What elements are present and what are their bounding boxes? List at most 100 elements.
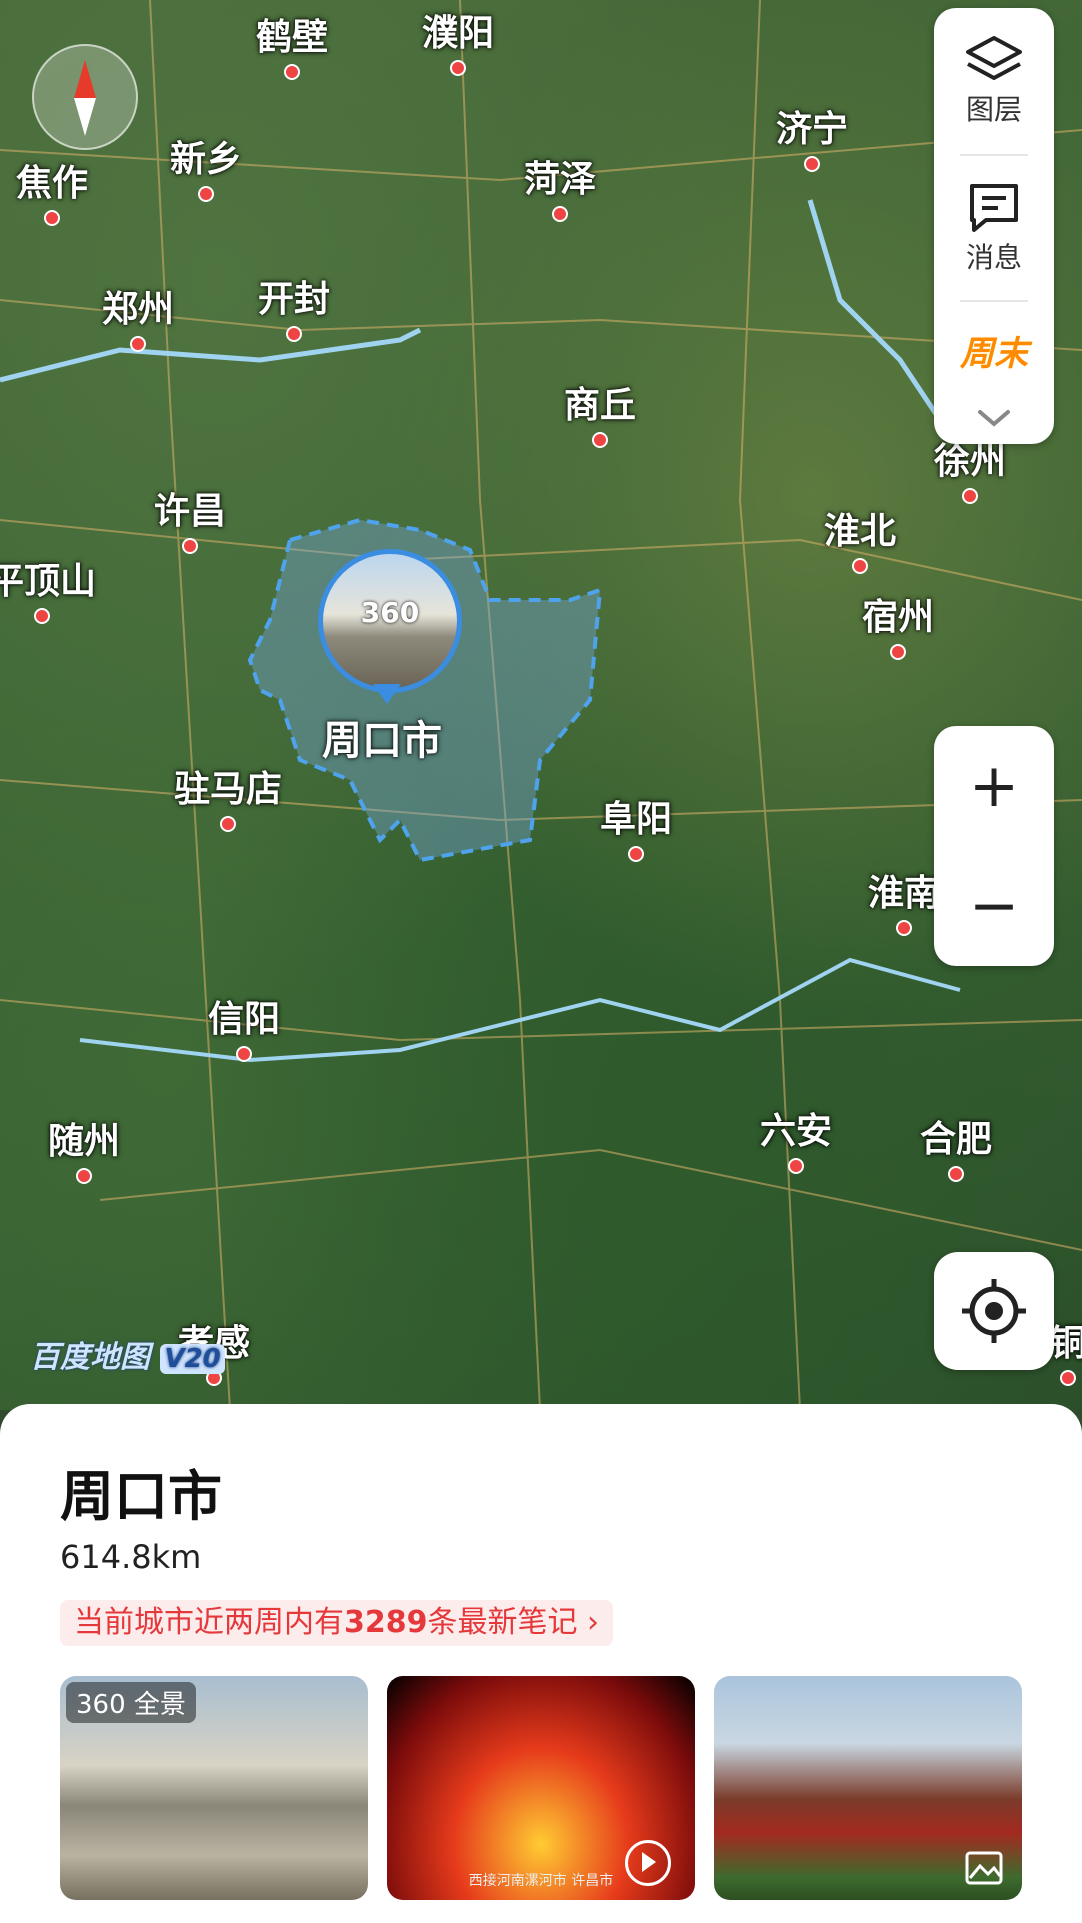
brand-logo: 百度地图 V20: [30, 1332, 225, 1376]
layers-label: 图层: [965, 93, 1022, 126]
city-label: 郑州: [101, 289, 175, 330]
notes-suffix: 条最新笔记 ›: [427, 1605, 600, 1640]
play-icon: [625, 1840, 671, 1886]
city-dot-icon: [283, 64, 300, 80]
city-label: 平顶山: [0, 561, 97, 602]
distance-text: 614.8km: [60, 1538, 202, 1576]
city-marker[interactable]: 商丘: [564, 386, 636, 452]
city-marker[interactable]: 许昌: [154, 492, 226, 558]
city-label: 驻马店: [173, 769, 283, 810]
weekend-button[interactable]: 周末: [934, 326, 1054, 375]
city-marker[interactable]: 开封: [258, 280, 330, 346]
city-marker[interactable]: 鹤壁: [256, 18, 328, 84]
city-dot-icon: [851, 558, 868, 574]
photo-thumbnail-panorama[interactable]: 360 全景: [60, 1676, 368, 1900]
city-label: 随州: [47, 1121, 121, 1162]
locate-me-button[interactable]: [934, 1252, 1054, 1370]
city-label: 菏泽: [523, 159, 597, 200]
message-icon: [970, 184, 1018, 232]
gallery-icon: [965, 1851, 1003, 1885]
city-label: 铜: [1049, 1323, 1082, 1364]
zoom-controls: + −: [934, 726, 1054, 966]
city-dot-icon: [895, 920, 912, 936]
city-marker[interactable]: 濮阳: [422, 14, 494, 80]
city-label: 信阳: [207, 999, 281, 1040]
messages-button[interactable]: 消息: [934, 180, 1054, 276]
city-marker[interactable]: 淮南: [868, 874, 940, 940]
city-marker[interactable]: 焦作: [16, 164, 88, 230]
city-label: 新乡: [169, 139, 243, 180]
panorama-pin[interactable]: 360: [318, 549, 462, 693]
city-marker[interactable]: 随州: [48, 1122, 120, 1188]
city-marker[interactable]: 济宁: [776, 110, 848, 176]
messages-label: 消息: [965, 241, 1022, 274]
notes-count: 3289: [344, 1605, 428, 1640]
city-marker[interactable]: 铜: [1050, 1324, 1082, 1390]
video-thumbnail[interactable]: 西接河南漯河市 许昌市: [387, 1676, 695, 1900]
region-label[interactable]: 周口市: [322, 708, 442, 766]
city-marker[interactable]: 阜阳: [600, 800, 672, 866]
city-label: 济宁: [775, 109, 849, 150]
zoom-in-button[interactable]: +: [934, 726, 1054, 846]
map-tools-panel: 图层 消息 周末: [934, 8, 1054, 444]
city-label: 开封: [257, 279, 331, 320]
panorama-tag: 360 全景: [66, 1682, 196, 1723]
city-label: 六安: [759, 1111, 833, 1152]
city-marker[interactable]: 驻马店: [174, 770, 282, 836]
zoom-out-button[interactable]: −: [934, 846, 1054, 966]
city-dot-icon: [181, 538, 198, 554]
city-dot-icon: [219, 816, 236, 832]
city-dot-icon: [449, 60, 466, 76]
city-label: 徐州: [933, 441, 1007, 482]
locate-icon: [962, 1279, 1026, 1343]
city-dot-icon: [75, 1168, 92, 1184]
city-marker[interactable]: 信阳: [208, 1000, 280, 1066]
city-marker[interactable]: 宿州: [862, 598, 934, 664]
city-dot-icon: [43, 210, 60, 226]
panorama-360-label: 360: [360, 596, 420, 629]
city-dot-icon: [889, 644, 906, 660]
city-label: 鹤壁: [255, 17, 329, 58]
city-label: 焦作: [15, 163, 89, 204]
city-label: 宿州: [861, 597, 935, 638]
city-dot-icon: [551, 206, 568, 222]
city-marker[interactable]: 平顶山: [0, 562, 96, 628]
photo-thumbnail-building[interactable]: [714, 1676, 1022, 1900]
notes-prefix: 当前城市近两周内有: [74, 1605, 344, 1640]
city-label: 淮南: [867, 873, 941, 914]
city-dot-icon: [285, 326, 302, 342]
city-marker[interactable]: 合肥: [920, 1120, 992, 1186]
recent-notes-link[interactable]: 当前城市近两周内有3289条最新笔记 ›: [60, 1600, 614, 1646]
city-marker[interactable]: 郑州: [102, 290, 174, 356]
city-dot-icon: [787, 1158, 804, 1174]
city-dot-icon: [591, 432, 608, 448]
city-label: 商丘: [563, 385, 637, 426]
city-marker[interactable]: 菏泽: [524, 160, 596, 226]
layers-button[interactable]: 图层: [934, 32, 1054, 128]
city-marker[interactable]: 淮北: [824, 512, 896, 578]
compass-button[interactable]: [32, 44, 138, 150]
place-title: 周口市: [60, 1465, 222, 1528]
city-dot-icon: [803, 156, 820, 172]
divider: [960, 154, 1028, 156]
layers-icon: [966, 36, 1022, 80]
panorama-pin-pointer: [373, 684, 401, 704]
city-dot-icon: [1059, 1370, 1076, 1386]
map-view[interactable]: 鹤壁 濮阳焦作 新乡 菏泽 济宁郑州 开封商丘徐州许昌 淮北平顶山宿州驻马店阜阳淮南信阳随州…: [0, 0, 1082, 1410]
city-dot-icon: [947, 1166, 964, 1182]
city-marker[interactable]: 六安: [760, 1112, 832, 1178]
city-marker[interactable]: 新乡: [170, 140, 242, 206]
city-dot-icon: [197, 186, 214, 202]
city-marker[interactable]: 徐州: [934, 442, 1006, 508]
city-label: 合肥: [919, 1119, 993, 1160]
compass-icon: [74, 60, 96, 136]
brand-version: V20: [160, 1344, 225, 1374]
city-dot-icon: [129, 336, 146, 352]
chevron-down-icon[interactable]: [976, 408, 1012, 430]
brand-text: 百度地图: [30, 1340, 150, 1375]
city-dot-icon: [961, 488, 978, 504]
city-dot-icon: [33, 608, 50, 624]
city-dot-icon: [235, 1046, 252, 1062]
place-detail-sheet[interactable]: 周口市 614.8km 当前城市近两周内有3289条最新笔记 › 360 全景 …: [0, 1404, 1082, 1923]
city-dot-icon: [627, 846, 644, 862]
